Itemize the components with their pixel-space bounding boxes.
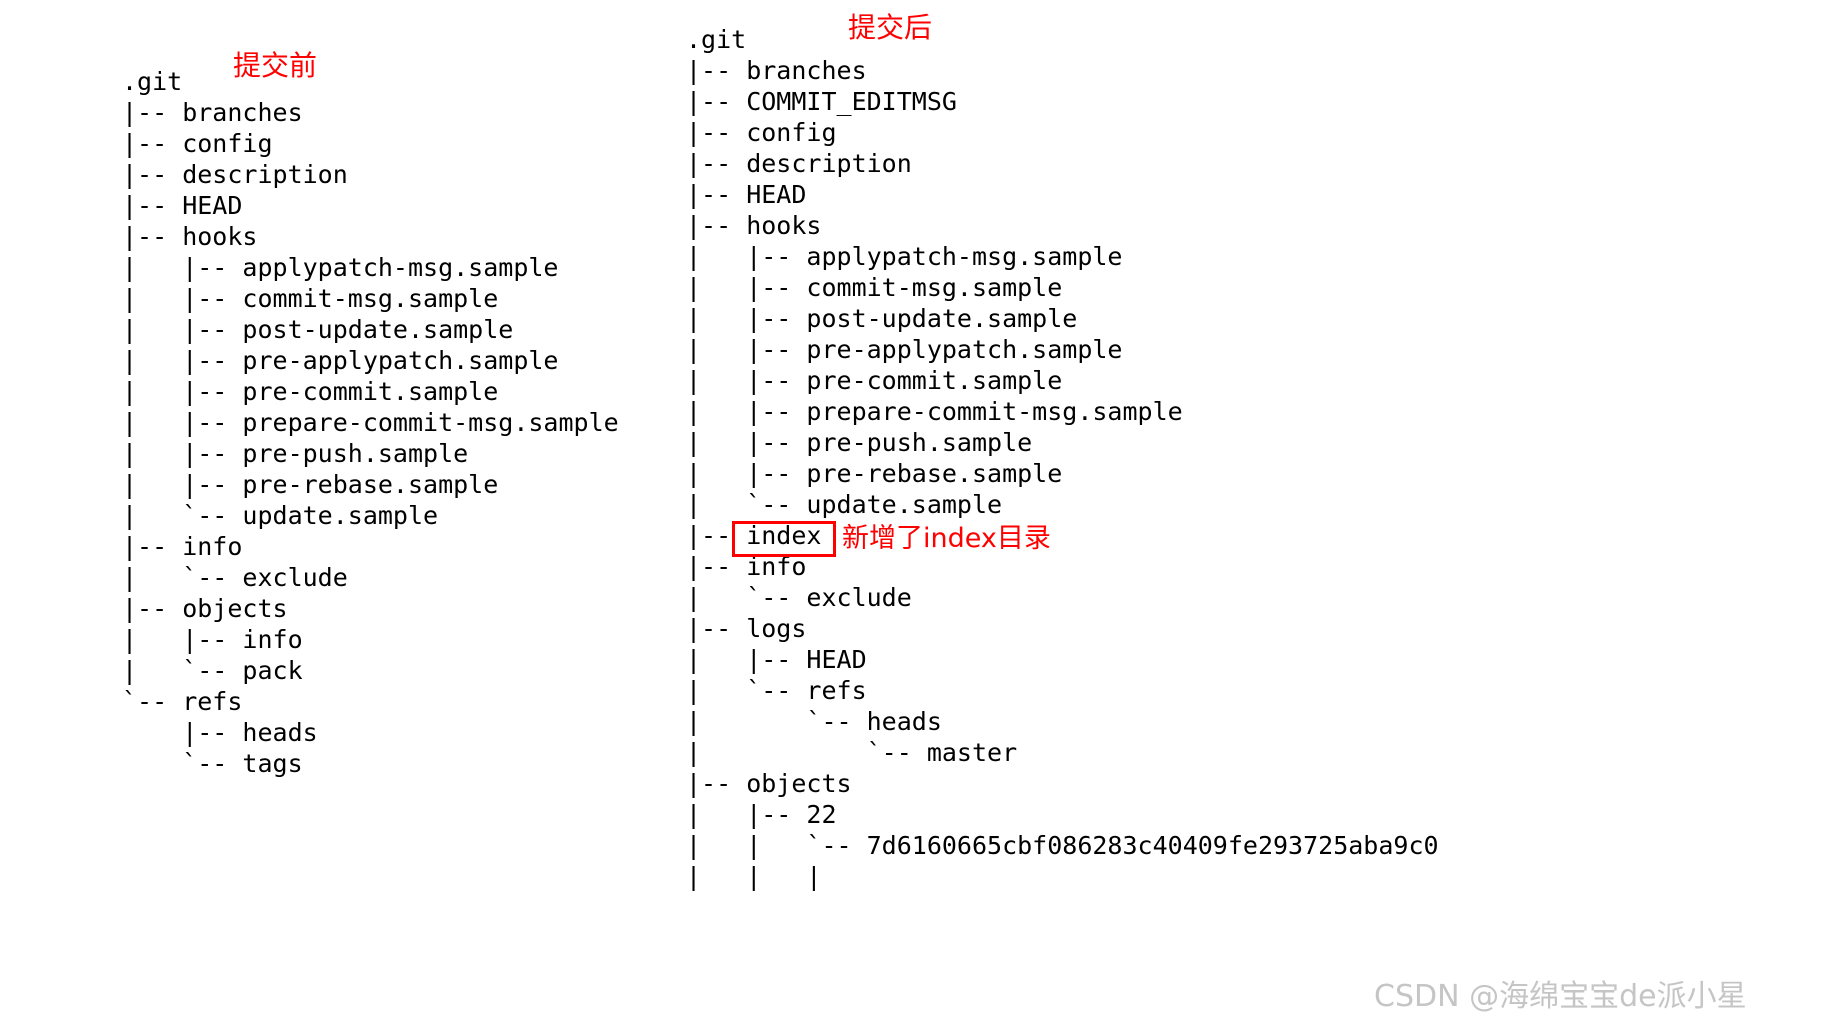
tree-line: | `-- heads [686, 707, 942, 736]
tree-line: | |-- prepare-commit-msg.sample [686, 397, 1183, 426]
tree-line: | |-- 22 [686, 800, 837, 829]
tree-line: | `-- exclude [122, 563, 348, 592]
tree-line: | `-- pack [122, 656, 303, 685]
tree-line: | |-- applypatch-msg.sample [122, 253, 559, 282]
tree-line: | `-- update.sample [122, 501, 439, 530]
tree-line: |-- config [122, 129, 273, 158]
tree-line: | |-- pre-commit.sample [122, 377, 499, 406]
tree-line: | |-- pre-applypatch.sample [122, 346, 559, 375]
tree-line: | |-- commit-msg.sample [686, 273, 1063, 302]
tree-line: |-- branches [686, 56, 867, 85]
tree-line: |-- HEAD [122, 191, 243, 220]
tree-line: .git [122, 67, 183, 96]
tree-line: `-- refs [122, 687, 243, 716]
tree-line: | `-- master [686, 738, 1018, 767]
tree-line: |-- description [686, 149, 912, 178]
index-highlight-box [732, 521, 836, 557]
tree-line: |-- config [686, 118, 837, 147]
csdn-watermark: CSDN @海绵宝宝de派小星 [1374, 979, 1747, 1014]
tree-line: | |-- HEAD [686, 645, 867, 674]
tree-line: |-- hooks [122, 222, 258, 251]
tree-line: .git [686, 25, 747, 54]
tree-line: |-- description [122, 160, 348, 189]
tree-line: | |-- commit-msg.sample [122, 284, 499, 313]
tree-line: `-- tags [122, 749, 303, 778]
tree-line: | |-- info [122, 625, 303, 654]
tree-line: |-- HEAD [686, 180, 807, 209]
tree-line: | `-- refs [686, 676, 867, 705]
git-tree-after-commit: .git |-- branches |-- COMMIT_EDITMSG |-- co… [686, 24, 1439, 892]
tree-line: |-- objects [122, 594, 288, 623]
tree-line: |-- heads [122, 718, 318, 747]
tree-line: |-- info [122, 532, 243, 561]
annotation-after-commit: 提交后 [848, 11, 933, 44]
git-tree-before-commit: .git |-- branches |-- config |-- descriptio… [122, 66, 619, 779]
tree-line: | `-- exclude [686, 583, 912, 612]
tree-line: | |-- pre-rebase.sample [122, 470, 499, 499]
tree-line: |-- hooks [686, 211, 822, 240]
tree-line: | |-- pre-applypatch.sample [686, 335, 1123, 364]
tree-line: | |-- pre-push.sample [122, 439, 469, 468]
tree-line: | |-- pre-commit.sample [686, 366, 1063, 395]
tree-line: | |-- post-update.sample [686, 304, 1078, 333]
tree-line: |-- objects [686, 769, 852, 798]
tree-line: | | | [686, 862, 822, 891]
tree-line: | |-- prepare-commit-msg.sample [122, 408, 619, 437]
tree-line: | `-- update.sample [686, 490, 1003, 519]
annotation-before-commit: 提交前 [233, 49, 318, 82]
annotation-index-added: 新增了index目录 [842, 523, 1051, 554]
tree-line: | |-- applypatch-msg.sample [686, 242, 1123, 271]
tree-line: | |-- pre-rebase.sample [686, 459, 1063, 488]
tree-line: | |-- pre-push.sample [686, 428, 1033, 457]
tree-line: |-- COMMIT_EDITMSG [686, 87, 957, 116]
tree-line: | | `-- 7d6160665cbf086283c40409fe293725… [686, 831, 1439, 860]
tree-line: |-- logs [686, 614, 807, 643]
tree-line: | |-- post-update.sample [122, 315, 514, 344]
tree-line: |-- branches [122, 98, 303, 127]
